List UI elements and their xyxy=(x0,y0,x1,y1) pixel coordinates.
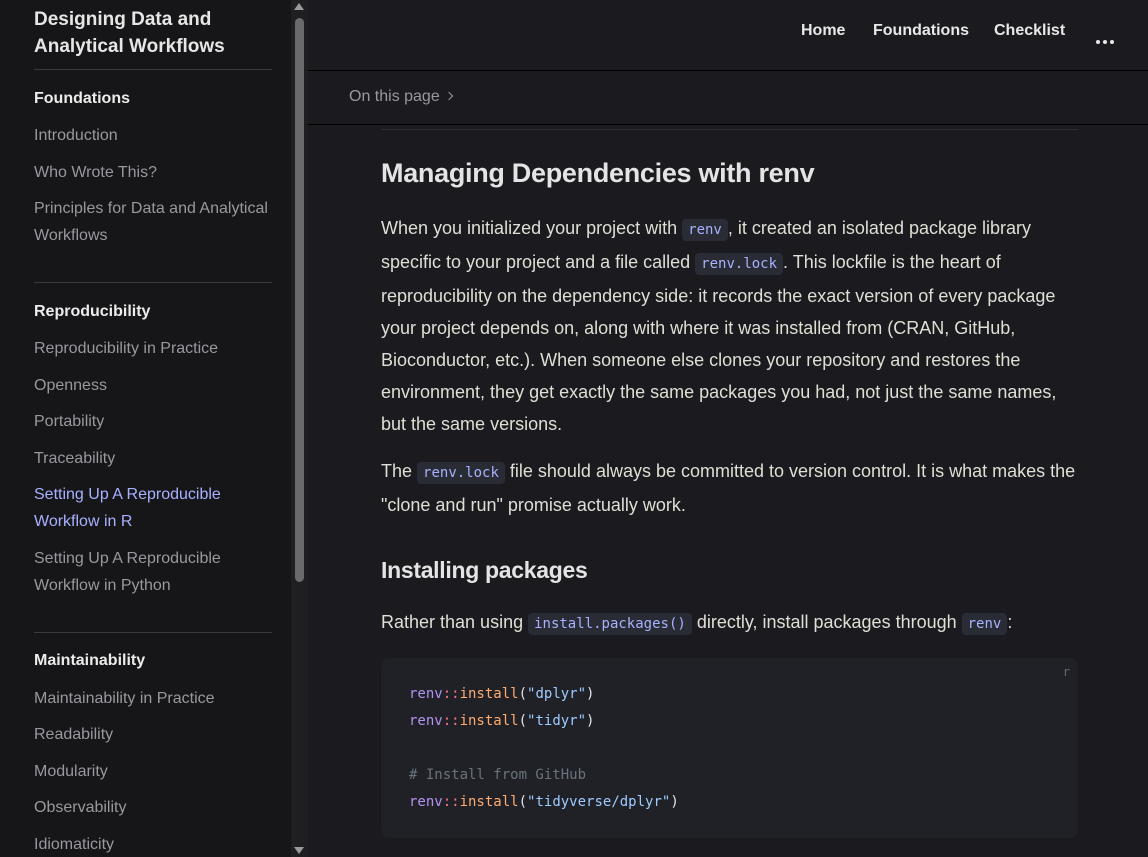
sidebar-item-observability[interactable]: Observability xyxy=(34,794,272,821)
code-line: renv::install("tidyverse/dplyr") xyxy=(409,794,679,810)
sidebar-item-maintainability-in-practice[interactable]: Maintainability in Practice xyxy=(34,685,272,712)
sidebar-divider xyxy=(34,632,272,633)
sidebar-item-readability[interactable]: Readability xyxy=(34,721,272,748)
scroll-up-arrow-icon[interactable] xyxy=(294,3,304,10)
sidebar-divider xyxy=(34,282,272,283)
paragraph-install-through-renv: Rather than using install.packages() dir… xyxy=(381,606,1078,640)
code-comment-line: # Install from GitHub xyxy=(409,767,587,783)
sidebar-item-setup-r[interactable]: Setting Up A Reproducible Workflow in R xyxy=(34,481,272,535)
paragraph-commit-lockfile: The renv.lock file should always be comm… xyxy=(381,461,1076,515)
sidebar-divider xyxy=(34,69,272,70)
sidebar-item-openness[interactable]: Openness xyxy=(34,372,272,399)
on-this-page-label: On this page xyxy=(349,88,440,105)
nav-link-home[interactable]: Home xyxy=(801,22,845,40)
sidebar-item-introduction[interactable]: Introduction xyxy=(34,122,272,149)
site-title[interactable]: Designing Data and Analytical Workflows xyxy=(34,6,272,60)
sidebar-item-who-wrote-this[interactable]: Who Wrote This? xyxy=(34,159,272,186)
code-line: renv::install("tidyr") xyxy=(409,713,595,729)
local-nav: On this page xyxy=(308,72,1148,125)
ellipsis-icon[interactable] xyxy=(1096,31,1117,49)
inline-code-renv: renv xyxy=(961,613,1008,635)
inline-code-renv-lock: renv.lock xyxy=(417,462,505,484)
paragraph-renv-intro: When you initialized your project with r… xyxy=(381,218,1057,434)
chevron-right-icon xyxy=(444,91,453,101)
content-divider xyxy=(381,129,1078,130)
sidebar-item-idiomaticity[interactable]: Idiomaticity xyxy=(34,831,272,857)
top-navbar: Home Foundations Checklist xyxy=(308,0,1148,71)
on-this-page-toggle[interactable]: On this page xyxy=(349,88,453,106)
nav-link-foundations[interactable]: Foundations xyxy=(873,22,969,40)
scrollbar-thumb[interactable] xyxy=(295,18,304,582)
sidebar-item-portability[interactable]: Portability xyxy=(34,408,272,435)
inline-code-renv: renv xyxy=(682,219,728,241)
sidebar-heading-foundations: Foundations xyxy=(34,90,130,107)
code-line: renv::install("dplyr") xyxy=(409,686,595,702)
inline-code-install-packages: install.packages() xyxy=(528,613,692,635)
sidebar-item-traceability[interactable]: Traceability xyxy=(34,445,272,472)
inline-code-renv-lock: renv.lock xyxy=(695,253,784,275)
code-block[interactable]: r renv::install("dplyr") renv::install("… xyxy=(381,658,1078,838)
section-heading-installing-packages: Installing packages xyxy=(381,557,588,583)
sidebar-heading-reproducibility: Reproducibility xyxy=(34,303,151,320)
scroll-down-arrow-icon[interactable] xyxy=(294,847,304,854)
sidebar-item-setup-python[interactable]: Setting Up A Reproducible Workflow in Py… xyxy=(34,545,272,599)
sidebar-heading-maintainability: Maintainability xyxy=(34,652,146,669)
nav-link-checklist[interactable]: Checklist xyxy=(994,22,1065,40)
code-language-label: r xyxy=(1062,665,1070,679)
sidebar-item-reproducibility-in-practice[interactable]: Reproducibility in Practice xyxy=(34,335,272,362)
sidebar-item-modularity[interactable]: Modularity xyxy=(34,758,272,785)
section-heading-managing-dependencies: Managing Dependencies with renv xyxy=(381,158,815,188)
sidebar-scrollbar[interactable] xyxy=(291,0,308,857)
sidebar: Designing Data and Analytical Workflows … xyxy=(0,0,291,857)
sidebar-item-principles[interactable]: Principles for Data and Analytical Workf… xyxy=(34,195,272,249)
